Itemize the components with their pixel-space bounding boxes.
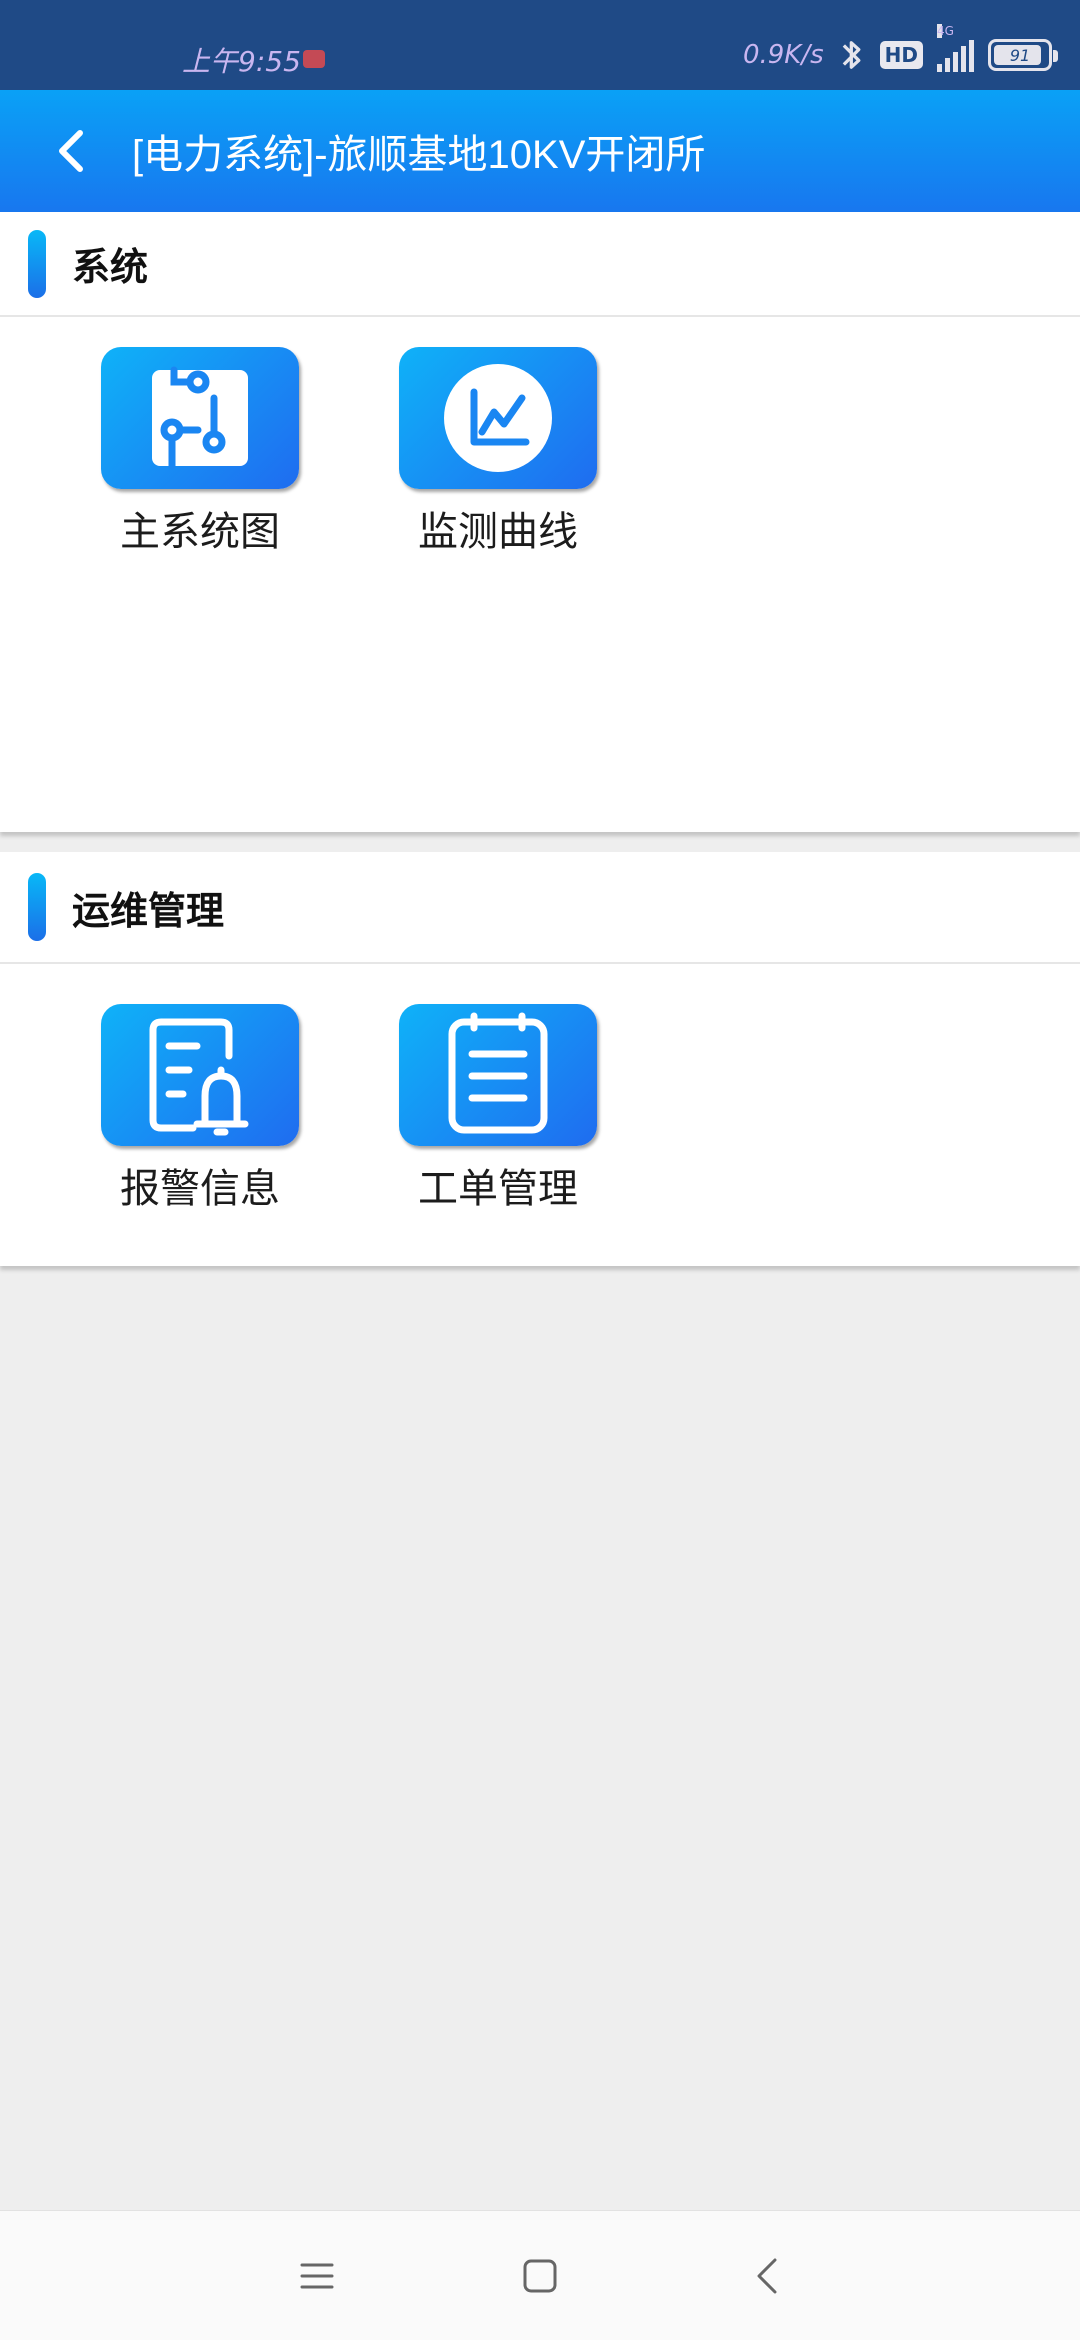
section-title: 运维管理: [72, 888, 225, 933]
battery-level: 91: [1009, 45, 1031, 65]
status-time: 上午9:55: [182, 45, 301, 78]
tile-label: 工单管理: [418, 1166, 578, 1212]
tile-alarm-info[interactable]: 报警信息: [90, 1004, 310, 1214]
section-system: 系统 主系统图 监测曲线: [0, 212, 1080, 832]
back-button[interactable]: [36, 116, 106, 186]
nav-back-button[interactable]: [732, 2241, 802, 2311]
section-header: 运维管理: [0, 852, 1080, 964]
battery-icon: 91: [988, 39, 1058, 71]
system-nav-bar: [0, 2210, 1080, 2340]
home-square-icon: [523, 2259, 557, 2293]
back-chevron-icon: [757, 2258, 777, 2294]
hd-badge: HD: [879, 41, 923, 69]
app-header: [电力系统]-旅顺基地10KV开闭所: [0, 90, 1080, 212]
tile-label: 报警信息: [120, 1166, 280, 1212]
section-accent-bar: [28, 229, 46, 298]
tile-label: 主系统图: [120, 509, 280, 555]
menu-icon: [300, 2263, 334, 2289]
notification-icon: [303, 50, 325, 68]
back-arrow-icon: [59, 130, 83, 172]
section-accent-bar: [28, 873, 46, 941]
signal-strength-icon: 4G: [937, 24, 974, 72]
alarm-document-icon: [101, 1004, 299, 1146]
status-indicators: 0.9K/s HD 4G 91: [742, 24, 1058, 80]
section-header: 系统: [0, 212, 1080, 317]
section-title: 系统: [72, 245, 149, 289]
signal-label: 4G: [937, 24, 954, 38]
line-chart-icon: [399, 347, 597, 489]
tile-label: 监测曲线: [418, 509, 578, 555]
menu-button[interactable]: [282, 2241, 352, 2311]
home-button[interactable]: [505, 2241, 575, 2311]
bluetooth-icon: [842, 41, 861, 69]
section-operations: 运维管理 报警信息 工单管理: [0, 852, 1080, 1266]
circuit-diagram-icon: [101, 347, 299, 489]
network-speed: 0.9K/s: [742, 40, 824, 70]
tile-work-order-management[interactable]: 工单管理: [388, 1004, 608, 1214]
work-order-icon: [399, 1004, 597, 1146]
tile-main-system-diagram[interactable]: 主系统图: [90, 347, 310, 557]
tile-monitoring-curve[interactable]: 监测曲线: [388, 347, 608, 557]
status-bar: 上午9:55 0.9K/s HD 4G 91: [0, 0, 1080, 90]
page-title: [电力系统]-旅顺基地10KV开闭所: [132, 133, 706, 177]
